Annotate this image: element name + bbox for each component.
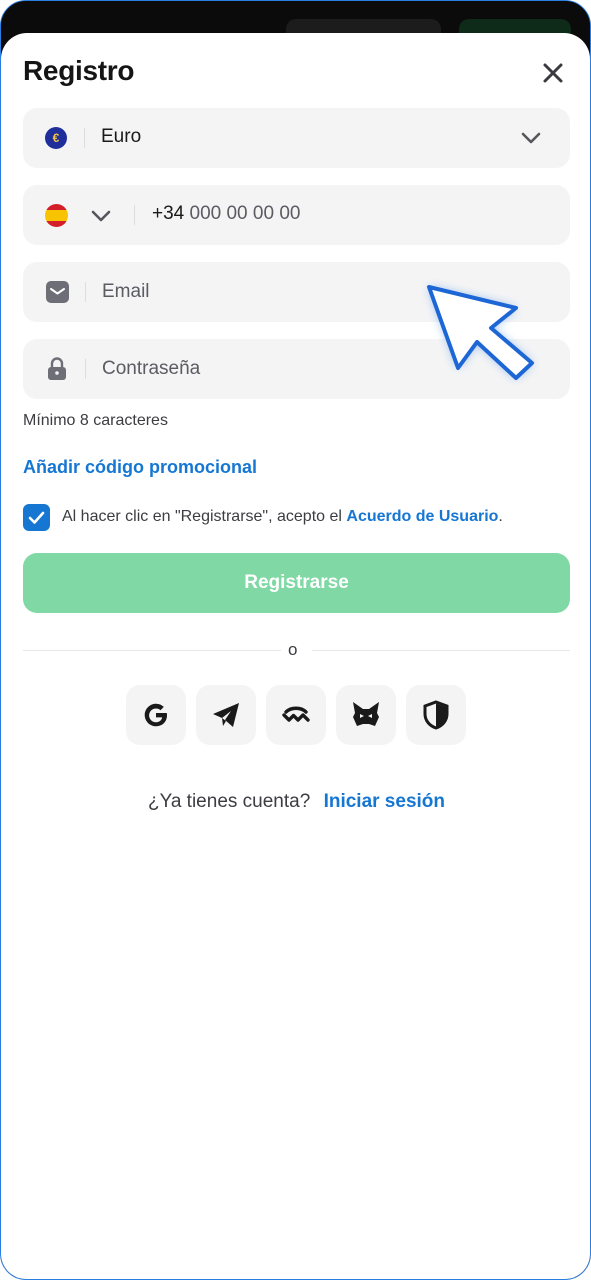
email-input[interactable] (102, 272, 542, 312)
agreement-checkbox[interactable] (23, 504, 50, 531)
phone-prefix: +34 (152, 203, 185, 224)
user-agreement-link[interactable]: Acuerdo de Usuario (346, 508, 498, 525)
euro-icon: € (45, 127, 67, 149)
field-separator (85, 359, 86, 379)
app-frame: Registro € Euro +34 000 00 00 00 Email M… (0, 0, 591, 1280)
checkmark-icon (28, 511, 45, 524)
login-prompt-row: ¿Ya tienes cuenta? Iniciar sesión (1, 791, 590, 813)
register-button[interactable]: Registrarse (23, 553, 570, 613)
currency-select[interactable]: € Euro (23, 108, 570, 168)
close-icon[interactable] (537, 57, 569, 89)
telegram-login-button[interactable] (196, 685, 256, 745)
field-separator (85, 282, 86, 302)
password-input[interactable] (102, 349, 542, 389)
agreement-suffix: . (498, 508, 503, 525)
metamask-login-button[interactable] (336, 685, 396, 745)
walletconnect-icon (282, 706, 310, 722)
field-separator (134, 205, 135, 225)
metamask-icon (353, 702, 379, 726)
shield-icon (423, 700, 449, 730)
agreement-text: Al hacer clic en "Registrarse", acepto e… (62, 508, 503, 526)
telegram-icon (213, 703, 239, 727)
divider-line (23, 650, 281, 651)
add-promo-code-link[interactable]: Añadir código promocional (23, 457, 257, 478)
login-prompt: ¿Ya tienes cuenta? (147, 791, 311, 812)
email-field[interactable] (23, 262, 570, 322)
login-link[interactable]: Iniciar sesión (324, 791, 445, 812)
phone-placeholder: 000 00 00 00 (189, 203, 301, 224)
country-chevron-down-icon[interactable] (90, 207, 112, 225)
mail-icon (46, 281, 69, 303)
currency-value: Euro (101, 126, 142, 147)
walletconnect-login-button[interactable] (266, 685, 326, 745)
google-login-button[interactable] (126, 685, 186, 745)
phone-input[interactable]: +34 000 00 00 00 (152, 203, 300, 225)
passkey-login-button[interactable] (406, 685, 466, 745)
password-field[interactable] (23, 339, 570, 399)
google-icon (144, 703, 167, 727)
phone-field[interactable]: +34 000 00 00 00 (23, 185, 570, 245)
page-title: Registro (23, 55, 135, 86)
registration-sheet: Registro € Euro +34 000 00 00 00 Email M… (1, 33, 590, 1279)
lock-icon (48, 357, 66, 380)
chevron-down-icon (521, 132, 541, 144)
divider-line (312, 650, 570, 651)
password-hint: Mínimo 8 caracteres (23, 412, 168, 429)
field-separator (84, 128, 85, 148)
divider-label: o (288, 640, 298, 659)
spain-flag-icon (45, 204, 68, 227)
agreement-label: Al hacer clic en "Registrarse", acepto e… (62, 508, 342, 525)
